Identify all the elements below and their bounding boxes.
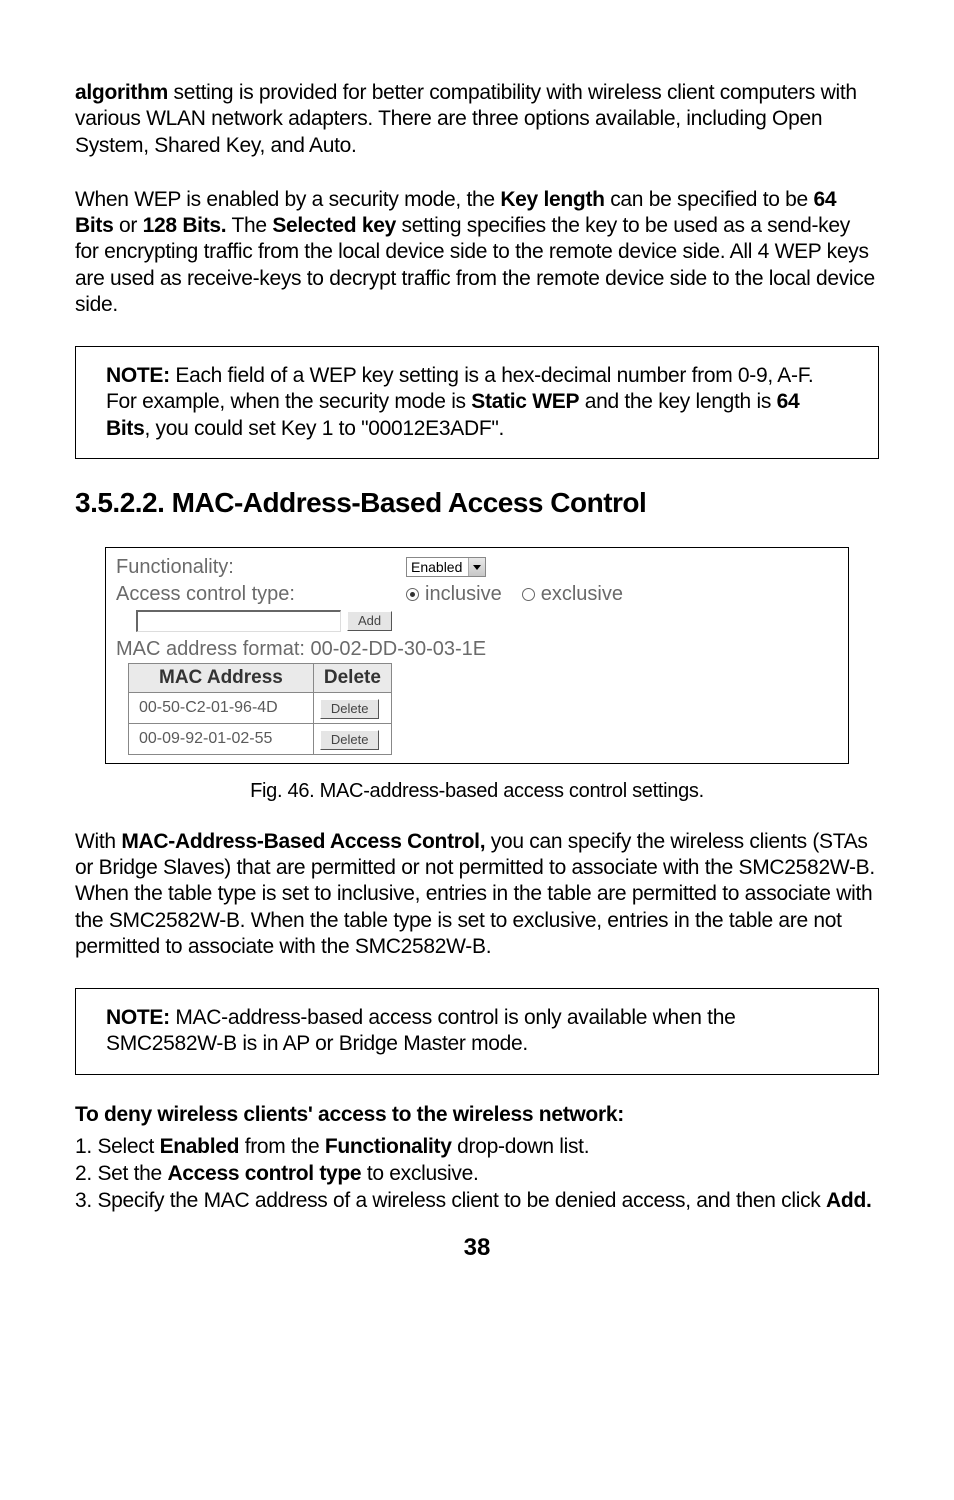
mac-address-cell: 00-50-C2-01-96-4D	[129, 692, 314, 723]
note-box-2: NOTE: MAC-address-based access control i…	[75, 988, 879, 1075]
note-box-1: NOTE: Each field of a WEP key setting is…	[75, 346, 879, 459]
mac-address-cell: 00-09-92-01-02-55	[129, 723, 314, 754]
step-3: 3. Specify the MAC address of a wireless…	[75, 1187, 879, 1214]
table-row: 00-50-C2-01-96-4D Delete	[129, 692, 392, 723]
add-button[interactable]: Add	[347, 611, 392, 631]
bold-algorithm: algorithm	[75, 81, 168, 104]
functionality-select-value: Enabled	[407, 558, 468, 576]
access-type-radio-group: inclusive exclusive	[406, 583, 639, 606]
bold-selected-key: Selected key	[272, 214, 396, 237]
functionality-select[interactable]: Enabled	[406, 557, 486, 577]
table-header-row: MAC Address Delete	[129, 663, 392, 692]
mac-format-text: MAC address format: 00-02-DD-30-03-1E	[116, 638, 838, 661]
radio-exclusive-label: exclusive	[541, 583, 623, 606]
paragraph-3: With MAC-Address-Based Access Control, y…	[75, 829, 879, 960]
step-2: 2. Set the Access control type to exclus…	[75, 1160, 879, 1187]
access-type-label: Access control type:	[116, 583, 406, 606]
radio-inclusive-label: inclusive	[425, 583, 502, 606]
delete-cell: Delete	[313, 692, 391, 723]
steps-list: 1. Select Enabled from the Functionality…	[75, 1133, 879, 1215]
step-1: 1. Select Enabled from the Functionality…	[75, 1133, 879, 1160]
functionality-row: Functionality: Enabled	[116, 556, 838, 579]
note-label: NOTE:	[106, 1006, 170, 1029]
paragraph-2: When WEP is enabled by a security mode, …	[75, 187, 879, 318]
functionality-label: Functionality:	[116, 556, 406, 579]
table-row: 00-09-92-01-02-55 Delete	[129, 723, 392, 754]
steps-heading: To deny wireless clients' access to the …	[75, 1103, 879, 1127]
note-1-text: NOTE: Each field of a WEP key setting is…	[106, 363, 848, 442]
radio-exclusive[interactable]	[522, 588, 535, 601]
mac-address-input[interactable]	[136, 610, 341, 632]
bold-access-control-type: Access control type	[167, 1162, 361, 1185]
access-type-row: Access control type: inclusive exclusive	[116, 583, 838, 606]
note-2-text: NOTE: MAC-address-based access control i…	[106, 1005, 848, 1058]
bold-add: Add.	[826, 1189, 871, 1212]
dropdown-icon	[468, 558, 485, 576]
bold-static-wep: Static WEP	[471, 390, 579, 413]
mac-address-table: MAC Address Delete 00-50-C2-01-96-4D Del…	[128, 663, 392, 755]
radio-inclusive[interactable]	[406, 588, 419, 601]
mac-input-row: Add	[116, 610, 838, 632]
page-number: 38	[75, 1234, 879, 1262]
bold-128-bits: 128 Bits.	[143, 214, 227, 237]
settings-screenshot: Functionality: Enabled Access control ty…	[105, 547, 849, 764]
delete-cell: Delete	[313, 723, 391, 754]
paragraph-1: algorithm setting is provided for better…	[75, 80, 879, 159]
section-heading: 3.5.2.2. MAC-Address-Based Access Contro…	[75, 487, 879, 519]
mac-column-header: MAC Address	[129, 663, 314, 692]
delete-button[interactable]: Delete	[320, 730, 380, 750]
note-label: NOTE:	[106, 364, 170, 387]
figure-caption: Fig. 46. MAC-address-based access contro…	[75, 780, 879, 803]
bold-functionality: Functionality	[325, 1135, 452, 1158]
bold-mac-access-control: MAC-Address-Based Access Control,	[121, 830, 485, 853]
bold-key-length: Key length	[500, 188, 604, 211]
bold-enabled: Enabled	[160, 1135, 240, 1158]
delete-column-header: Delete	[313, 663, 391, 692]
delete-button[interactable]: Delete	[320, 699, 380, 719]
